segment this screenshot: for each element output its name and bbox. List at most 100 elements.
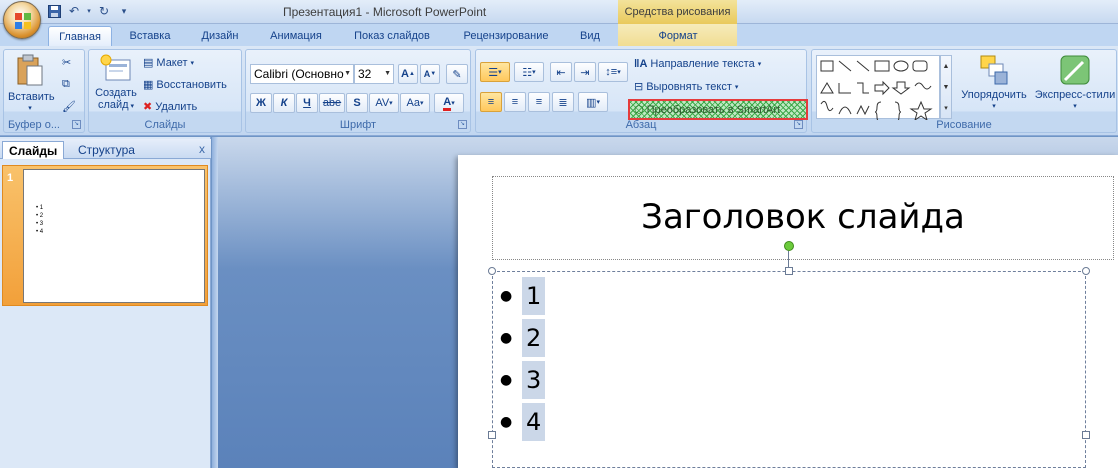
resize-handle-top-left[interactable] <box>488 267 496 275</box>
clear-formatting-icon[interactable]: ✎ <box>446 64 468 84</box>
align-text-button[interactable]: ⊟ Выровнять текст ▾ <box>634 80 738 94</box>
align-left-icon[interactable]: ≡ <box>480 92 502 112</box>
change-case-button[interactable]: Aa ▾ <box>400 93 430 113</box>
save-icon[interactable] <box>46 3 62 19</box>
tab-review[interactable]: Рецензирование <box>454 26 558 46</box>
list-item: • 1 <box>36 205 44 211</box>
align-right-icon[interactable]: ≡ <box>528 92 550 112</box>
copy-icon[interactable]: ⧉ <box>62 78 70 91</box>
align-text-icon: ⊟ <box>634 81 644 93</box>
tab-home[interactable]: Главная <box>48 26 112 46</box>
quick-styles-button[interactable]: Экспресс-стили ▾ <box>1034 54 1116 113</box>
align-text-label: Выровнять текст <box>646 80 732 93</box>
text-direction-icon: ‖A <box>634 58 648 70</box>
list-item[interactable]: ● 2 <box>500 317 546 359</box>
convert-to-smartart-button[interactable]: ⬡ Преобразовать в SmartArt <box>628 99 808 120</box>
decrease-indent-icon[interactable]: ⇤ <box>550 62 572 82</box>
underline-button[interactable]: Ч <box>296 93 318 113</box>
font-size-combo[interactable]: 32 ▼ <box>354 64 394 84</box>
justify-icon[interactable]: ≣ <box>552 92 574 112</box>
format-painter-icon[interactable]: 🖌 <box>62 100 76 113</box>
rotation-handle[interactable] <box>784 241 794 251</box>
font-color-button[interactable]: A ▾ <box>434 93 464 113</box>
slide-title[interactable]: Заголовок слайда <box>493 197 1113 237</box>
change-case-label: Aa <box>406 97 420 109</box>
layout-button[interactable]: ▤ Макет ▾ <box>143 56 194 70</box>
tab-design[interactable]: Дизайн <box>190 26 250 46</box>
resize-handle-right[interactable] <box>1082 431 1090 439</box>
numbering-button[interactable]: ☷ ▾ <box>514 62 544 82</box>
slide-thumbnail-selected[interactable]: 1 • 1 • 2 • 3 • 4 <box>2 165 208 306</box>
bullet-text[interactable]: 2 <box>522 319 546 357</box>
numbering-icon: ☷ <box>522 66 533 79</box>
arrange-button[interactable]: Упорядочить ▾ <box>956 54 1032 113</box>
quick-access-toolbar: ↶ ▾ ↻ ▾ <box>46 3 132 19</box>
shapes-gallery[interactable] <box>816 55 940 123</box>
undo-dropdown-icon[interactable]: ▾ <box>86 3 92 19</box>
tab-outline[interactable]: Структура <box>72 141 141 159</box>
align-center-icon[interactable]: ≡ <box>504 92 526 112</box>
shapes-gallery-icons <box>820 60 933 123</box>
thumbnail-bullet-text: 2 <box>39 213 44 219</box>
tab-slide-show[interactable]: Показ слайдов <box>346 26 438 46</box>
bullets-icon: ☰ <box>488 66 499 79</box>
list-item[interactable]: ● 3 <box>500 359 546 401</box>
paragraph-launcher-icon[interactable]: ↘ <box>794 120 803 129</box>
delete-label: Удалить <box>155 100 198 113</box>
text-shadow-button[interactable]: S <box>346 93 368 113</box>
tab-animation[interactable]: Анимация <box>262 26 330 46</box>
slides-group: Создать слайд ▾ ▤ Макет ▾ ▦ Восстановить… <box>88 49 242 133</box>
smartart-icon: ⬡ <box>634 104 644 116</box>
paste-button[interactable]: Вставить ▾ <box>8 54 55 115</box>
content-placeholder[interactable] <box>492 271 1086 468</box>
office-button[interactable] <box>3 1 41 39</box>
bold-button[interactable]: Ж <box>250 93 272 113</box>
redo-icon[interactable]: ↻ <box>96 3 112 19</box>
bullet-text[interactable]: 4 <box>522 403 546 441</box>
font-name-value: Calibri (Основно <box>254 67 344 81</box>
list-item[interactable]: ● 4 <box>500 401 546 443</box>
resize-handle-top[interactable] <box>785 267 793 275</box>
grow-font-button[interactable]: A ▲ <box>398 64 418 84</box>
paste-icon <box>17 54 43 86</box>
customize-qat-icon[interactable]: ▾ <box>116 3 132 19</box>
resize-handle-left[interactable] <box>488 431 496 439</box>
italic-button[interactable]: К <box>273 93 295 113</box>
undo-icon[interactable]: ↶ <box>66 3 82 19</box>
drawing-group: ▲ ▼ ▾ Упорядочить ▾ Экспресс-стили ▾ Рисов… <box>811 49 1117 133</box>
clipboard-launcher-icon[interactable]: ↘ <box>72 120 81 129</box>
new-slide-button[interactable]: Создать слайд ▾ <box>93 54 139 113</box>
slides-pane: Слайды Структура x 1 • 1 • 2 • 3 • 4 <box>0 137 211 468</box>
strikethrough-button[interactable]: abe <box>319 93 345 113</box>
shrink-font-button[interactable]: A ▼ <box>420 64 440 84</box>
character-spacing-button[interactable]: AV ▾ <box>369 93 399 113</box>
title-placeholder[interactable]: Заголовок слайда <box>492 176 1114 260</box>
shapes-gallery-scroll[interactable]: ▲ ▼ ▾ <box>940 55 952 119</box>
tab-view[interactable]: Вид <box>572 26 608 46</box>
new-slide-icon <box>100 54 131 81</box>
delete-slide-button[interactable]: ✖ Удалить <box>143 100 198 114</box>
line-spacing-button[interactable]: ↕≡ ▾ <box>598 62 628 82</box>
tab-format[interactable]: Формат <box>650 26 706 46</box>
slide-thumbnail[interactable]: • 1 • 2 • 3 • 4 <box>23 169 205 303</box>
slide-number: 1 <box>7 172 14 184</box>
list-item[interactable]: ● 1 <box>500 275 546 317</box>
line-spacing-icon: ↕≡ <box>605 66 618 78</box>
bullets-button[interactable]: ☰ ▾ <box>480 62 510 82</box>
font-name-combo[interactable]: Calibri (Основно ▼ <box>250 64 354 84</box>
font-launcher-icon[interactable]: ↘ <box>458 120 467 129</box>
close-icon[interactable]: x <box>199 142 205 156</box>
resize-handle-top-right[interactable] <box>1082 267 1090 275</box>
columns-button[interactable]: ▥ ▾ <box>578 92 608 112</box>
cut-icon[interactable]: ✂ <box>62 56 71 69</box>
paste-label: Вставить <box>8 91 55 103</box>
bullet-text[interactable]: 3 <box>522 361 546 399</box>
tab-slides[interactable]: Слайды <box>2 141 65 159</box>
increase-indent-icon[interactable]: ⇥ <box>574 62 596 82</box>
bullet-text[interactable]: 1 <box>522 277 546 315</box>
delete-icon: ✖ <box>143 101 153 113</box>
reset-button[interactable]: ▦ Восстановить <box>143 78 227 92</box>
text-direction-button[interactable]: ‖A Направление текста ▾ <box>634 58 761 70</box>
tab-insert[interactable]: Вставка <box>122 26 178 46</box>
pane-splitter[interactable] <box>212 137 218 468</box>
